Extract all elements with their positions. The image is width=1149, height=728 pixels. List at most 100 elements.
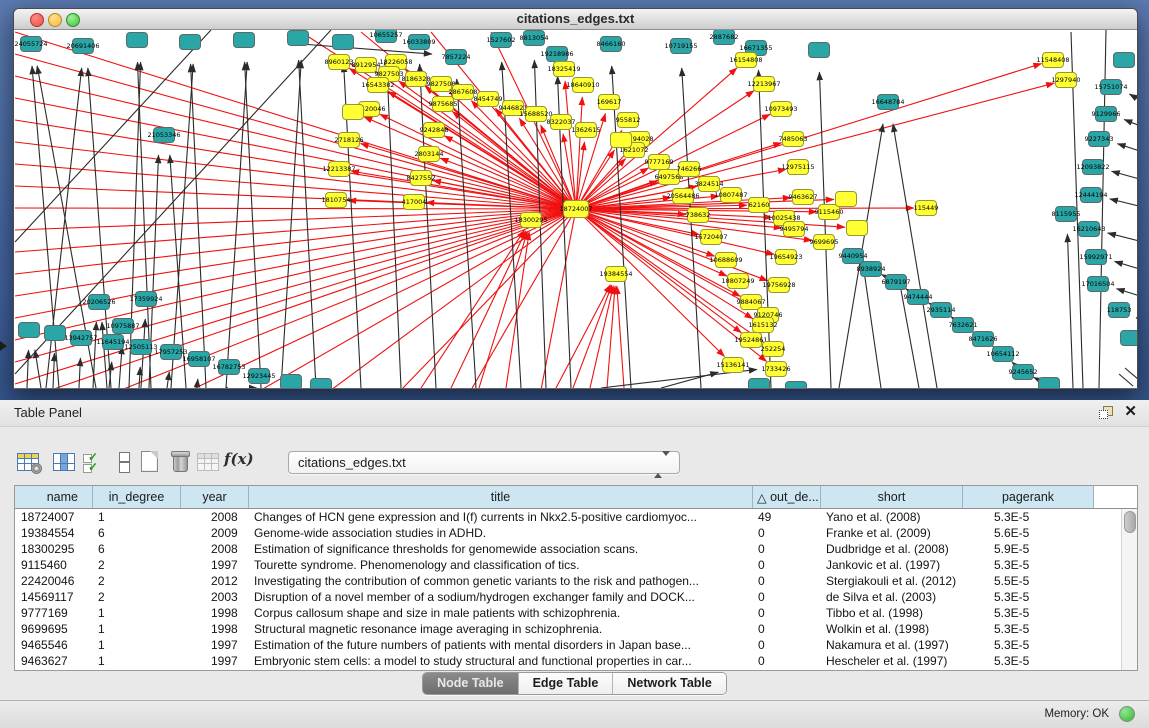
graph-node[interactable]: 1297940	[1052, 73, 1081, 88]
graph-node[interactable]: 9875685	[429, 97, 458, 112]
graph-node[interactable]: 19218986	[540, 47, 573, 62]
graph-node[interactable]	[1039, 378, 1060, 389]
graph-node[interactable]: 9699695	[810, 235, 839, 250]
cell-out[interactable]: 0	[753, 605, 821, 621]
cell-out[interactable]: 0	[753, 525, 821, 541]
graph-node[interactable]: 9495794	[780, 222, 809, 237]
graph-node[interactable]: 19654923	[769, 250, 802, 265]
cell-in[interactable]: 6	[93, 541, 181, 557]
cell-name[interactable]: 9777169	[15, 605, 93, 621]
cell-title[interactable]: Investigating the contribution of common…	[249, 573, 753, 589]
window-titlebar[interactable]: citations_edges.txt	[14, 9, 1137, 30]
cell-short[interactable]: Yano et al. (2008)	[821, 509, 963, 525]
row-height-icon[interactable]	[110, 448, 138, 476]
graph-node[interactable]: 1733426	[762, 362, 791, 377]
graph-node[interactable]: 118753	[1107, 303, 1132, 318]
graph-node[interactable]: 3824514	[695, 177, 724, 192]
vertical-scrollbar[interactable]	[1121, 509, 1137, 670]
close-panel-icon[interactable]: ✕	[1124, 403, 1137, 421]
column-header-in-degree[interactable]: in_degree	[93, 486, 181, 508]
memory-status-icon[interactable]	[1119, 706, 1135, 722]
graph-node[interactable]: 115449	[914, 201, 939, 216]
graph-node[interactable]	[19, 323, 40, 338]
cell-out[interactable]: 0	[753, 573, 821, 589]
graph-node[interactable]: 2803144	[415, 147, 444, 162]
cell-name[interactable]: 9465546	[15, 637, 93, 653]
graph-node[interactable]	[281, 375, 302, 389]
cell-in[interactable]: 1	[93, 621, 181, 637]
cell-title[interactable]: Genome-wide association studies in ADHD.	[249, 525, 753, 541]
select-rows-icon[interactable]: ✓ ✓	[79, 448, 107, 476]
graph-node[interactable]	[1114, 53, 1135, 68]
column-header-title[interactable]: title	[249, 486, 753, 508]
cell-year[interactable]: 2008	[181, 541, 249, 557]
graph-node[interactable]: 7632621	[949, 318, 978, 333]
graph-node[interactable]: 16648784	[871, 95, 904, 110]
graph-node[interactable]: 6879197	[882, 275, 911, 290]
float-panel-icon[interactable]	[1099, 406, 1113, 419]
create-column-icon[interactable]	[135, 448, 163, 476]
graph-node[interactable]	[234, 33, 255, 48]
graph-node[interactable]: 16033809	[402, 35, 435, 50]
delete-column-icon[interactable]	[165, 448, 193, 476]
graph-node[interactable]: 9463627	[789, 190, 818, 205]
cell-out[interactable]: 0	[753, 637, 821, 653]
graph-node[interactable]: 19384554	[599, 267, 632, 282]
graph-node[interactable]: 8466160	[597, 37, 626, 52]
cell-year[interactable]: 2003	[181, 589, 249, 605]
graph-node[interactable]: 15992971	[1079, 250, 1112, 265]
graph-node[interactable]: 18325419	[547, 62, 580, 77]
cell-in[interactable]: 2	[93, 573, 181, 589]
cell-in[interactable]: 2	[93, 589, 181, 605]
graph-node[interactable]: 11548408	[1036, 53, 1069, 68]
graph-node[interactable]: 2935114	[927, 303, 956, 318]
panel-toggle-arrow-icon[interactable]	[0, 341, 7, 351]
graph-node[interactable]	[836, 192, 857, 207]
cell-name[interactable]: 9699695	[15, 621, 93, 637]
cell-page[interactable]: 5.3E-5	[963, 589, 1094, 605]
graph-node[interactable]: 9474444	[904, 290, 933, 305]
table-row[interactable]: 911546021997Tourette syndrome. Phenomeno…	[15, 557, 1122, 573]
cell-short[interactable]: de Silva et al. (2003)	[821, 589, 963, 605]
table-row[interactable]: 1938455462009Genome-wide association stu…	[15, 525, 1122, 541]
table-row[interactable]: 1456911722003Disruption of a novel membe…	[15, 589, 1122, 605]
graph-node[interactable]: 10975887	[106, 319, 139, 334]
cell-year[interactable]: 2008	[181, 509, 249, 525]
cell-short[interactable]: Tibbo et al. (1998)	[821, 605, 963, 621]
graph-node[interactable]	[311, 379, 332, 389]
graph-node[interactable]: 12213967	[747, 77, 780, 92]
graph-node[interactable]	[180, 35, 201, 50]
graph-node[interactable]: 1810754	[322, 193, 351, 208]
cell-page[interactable]: 5.5E-5	[963, 573, 1094, 589]
graph-node[interactable]: 12093822	[1076, 160, 1109, 175]
cell-year[interactable]: 1998	[181, 621, 249, 637]
graph-node[interactable]: 15751074	[1094, 80, 1127, 95]
graph-node[interactable]: 417004	[402, 195, 427, 210]
graph-node[interactable]: 9227343	[1085, 132, 1114, 147]
network-canvas[interactable]: 2405572420691406106552571603380978572241…	[14, 30, 1137, 388]
graph-node[interactable]: 8427552	[407, 171, 436, 186]
column-header-name[interactable]: name	[15, 486, 93, 508]
graph-node[interactable]: 2887682	[710, 30, 739, 45]
cell-in[interactable]: 6	[93, 525, 181, 541]
graph-node[interactable]: 20206526	[82, 295, 115, 310]
graph-node[interactable]: 746266	[677, 162, 702, 177]
table-row[interactable]: 977716911998Corpus callosum shape and si…	[15, 605, 1122, 621]
graph-node[interactable]: 169617	[597, 95, 622, 110]
table-row[interactable]: 1872400712008Changes of HCN gene express…	[15, 509, 1122, 525]
cell-page[interactable]: 5.9E-5	[963, 541, 1094, 557]
graph-node[interactable]: 252254	[761, 342, 786, 357]
graph-node[interactable]: 7485063	[779, 132, 808, 147]
cell-title[interactable]: Structural magnetic resonance image aver…	[249, 621, 753, 637]
graph-node[interactable]: 12975115	[781, 160, 814, 175]
graph-node[interactable]: 17016504	[1081, 277, 1114, 292]
tab-network-table[interactable]: Network Table	[613, 673, 726, 694]
cell-out[interactable]: 0	[753, 541, 821, 557]
graph-node[interactable]: 8813054	[520, 31, 549, 46]
cell-out[interactable]: 0	[753, 589, 821, 605]
cell-name[interactable]: 22420046	[15, 573, 93, 589]
cell-title[interactable]: Tourette syndrome. Phenomenology and cla…	[249, 557, 753, 573]
cell-page[interactable]: 5.3E-5	[963, 653, 1094, 669]
cell-page[interactable]: 5.3E-5	[963, 605, 1094, 621]
cell-page[interactable]: 5.6E-5	[963, 525, 1094, 541]
